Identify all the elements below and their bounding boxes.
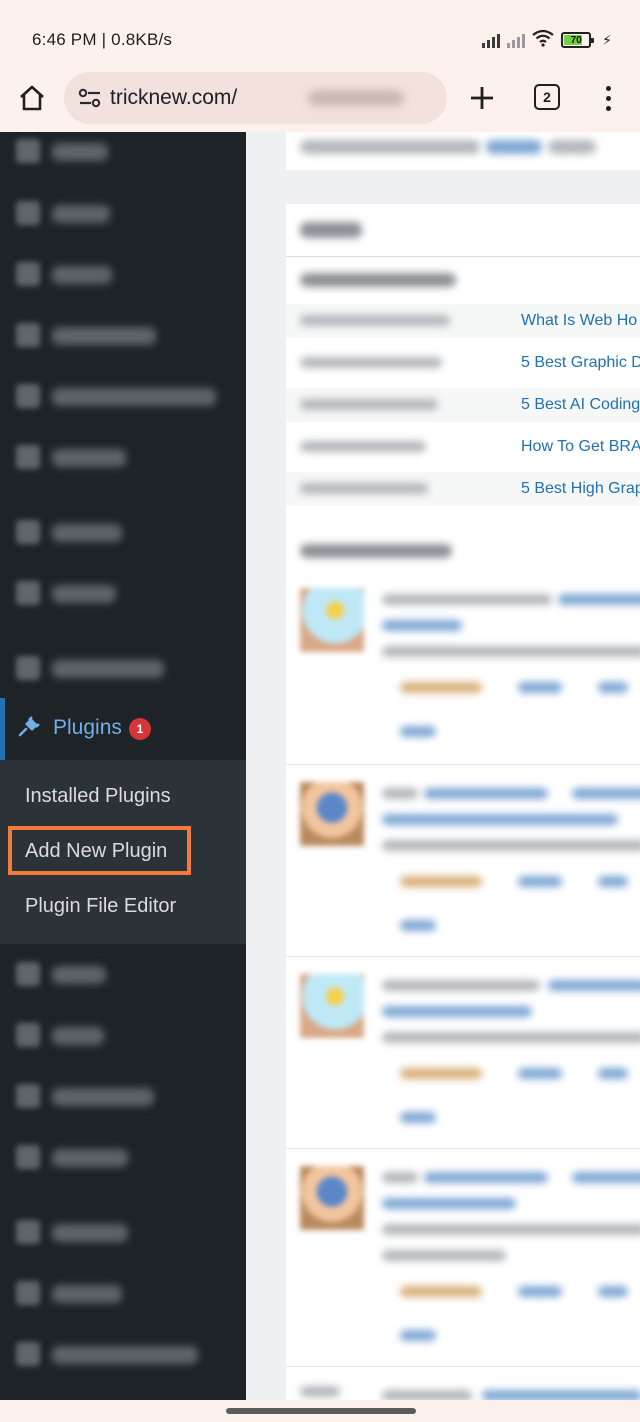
- sidebar-item-blurred[interactable]: [0, 568, 246, 620]
- status-time-speed: 6:46 PM | 0.8KB/s: [32, 30, 173, 49]
- sidebar-item-blurred[interactable]: [0, 310, 246, 362]
- recent-post-row: 5 Best AI Coding: [286, 388, 640, 422]
- submenu-plugin-file-editor[interactable]: Plugin File Editor: [25, 895, 176, 918]
- status-icons: 70 ⚡: [482, 28, 612, 52]
- sidebar-item-label: Plugins: [53, 716, 122, 739]
- browser-toolbar: tricknew.com/ 2: [0, 68, 640, 130]
- active-indicator: [0, 698, 5, 760]
- signal-icon: [482, 32, 501, 48]
- recent-post-link[interactable]: 5 Best Graphic D: [521, 354, 640, 372]
- new-tab-button[interactable]: [466, 80, 498, 116]
- sidebar-item-blurred[interactable]: [0, 1071, 246, 1123]
- more-menu-button[interactable]: [598, 82, 618, 114]
- url-text[interactable]: tricknew.com/: [110, 86, 237, 110]
- sidebar-item-blurred[interactable]: [0, 432, 246, 484]
- recent-post-link[interactable]: What Is Web Ho: [521, 312, 637, 330]
- sidebar-item-blurred[interactable]: [0, 507, 246, 559]
- signal-icon: [507, 32, 526, 48]
- more-menu-icon: [605, 85, 611, 91]
- at-a-glance-card: [286, 132, 640, 170]
- new-tab-icon: [471, 87, 493, 109]
- sidebar-item-blurred[interactable]: [0, 1329, 246, 1381]
- recent-post-row: 5 Best Graphic D: [286, 346, 640, 380]
- home-icon: [20, 85, 44, 111]
- address-bar[interactable]: tricknew.com/: [64, 72, 447, 124]
- sidebar-item-blurred[interactable]: [0, 249, 246, 301]
- charging-icon: ⚡: [602, 31, 612, 48]
- url-path-blurred: [308, 90, 404, 106]
- avatar: [300, 588, 364, 652]
- wifi-icon: [532, 29, 554, 52]
- plugin-icon: [18, 716, 40, 737]
- system-navigation: [0, 1400, 640, 1422]
- sidebar-item-plugins[interactable]: Plugins 1: [0, 698, 246, 760]
- submenu-installed-plugins[interactable]: Installed Plugins: [25, 785, 171, 808]
- recent-post-link[interactable]: 5 Best AI Coding: [521, 396, 640, 414]
- site-settings-icon[interactable]: [78, 87, 102, 109]
- battery-icon: 70: [561, 32, 595, 48]
- tab-switcher-button[interactable]: 2: [534, 84, 560, 110]
- plugins-submenu: Installed Plugins Add New Plugin Plugin …: [0, 760, 246, 944]
- avatar: [300, 782, 364, 846]
- sidebar-item-blurred[interactable]: [0, 132, 246, 178]
- sidebar-item-blurred[interactable]: [0, 1132, 246, 1184]
- avatar: [300, 974, 364, 1038]
- home-button[interactable]: [14, 80, 50, 116]
- gesture-handle[interactable]: [226, 1408, 416, 1414]
- recent-post-link[interactable]: 5 Best High Grap: [521, 480, 640, 498]
- update-count-badge: 1: [129, 718, 151, 740]
- recent-post-link[interactable]: How To Get BRA: [521, 438, 640, 456]
- sidebar-item-blurred[interactable]: [0, 371, 246, 423]
- sidebar-item-blurred[interactable]: [0, 643, 246, 695]
- sidebar-item-blurred[interactable]: [0, 188, 246, 240]
- activity-widget: What Is Web Ho 5 Best Graphic D 5 Best A…: [286, 204, 640, 1400]
- dashboard-content: What Is Web Ho 5 Best Graphic D 5 Best A…: [246, 132, 640, 1400]
- admin-sidebar: Plugins 1 Installed Plugins Add New Plug…: [0, 132, 246, 1400]
- recent-post-row: 5 Best High Grap: [286, 472, 640, 506]
- sidebar-item-blurred[interactable]: [0, 949, 246, 1001]
- avatar: [300, 1166, 364, 1230]
- recent-post-row: How To Get BRA: [286, 430, 640, 464]
- highlight-box: [8, 826, 191, 875]
- sidebar-item-blurred[interactable]: [0, 1207, 246, 1259]
- battery-level: 70: [570, 34, 582, 46]
- tab-count: 2: [543, 89, 551, 105]
- recent-post-row: What Is Web Ho: [286, 304, 640, 338]
- sidebar-item-blurred[interactable]: [0, 1268, 246, 1320]
- sidebar-item-blurred[interactable]: [0, 1010, 246, 1062]
